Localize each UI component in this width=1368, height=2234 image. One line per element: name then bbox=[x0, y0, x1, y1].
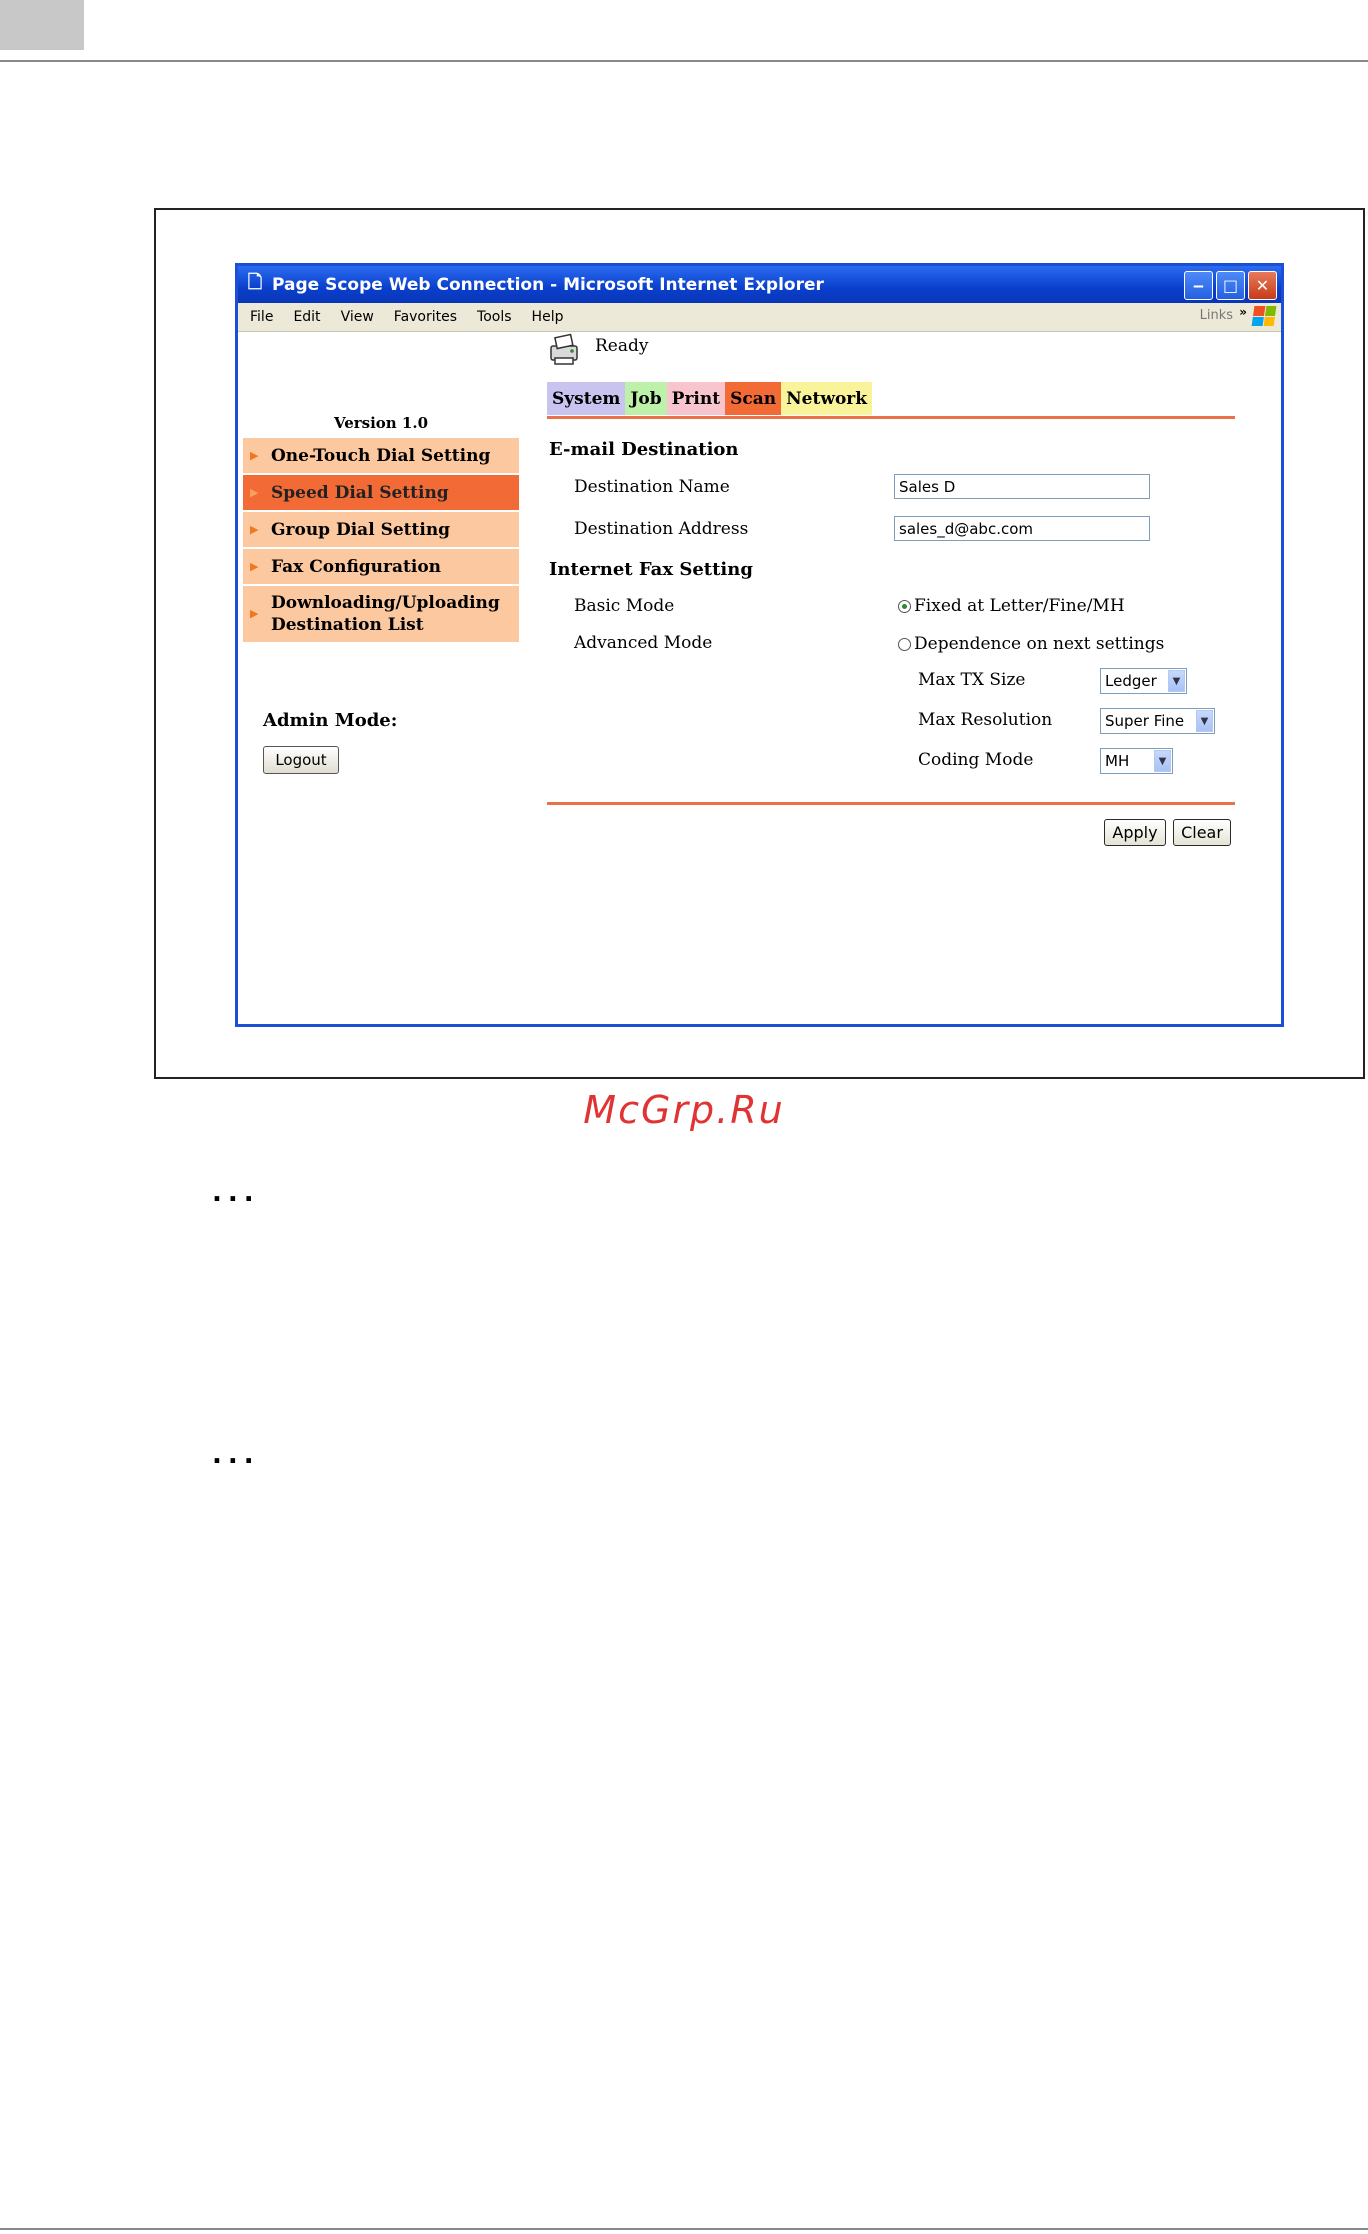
tab-network[interactable]: Network bbox=[781, 382, 873, 415]
title-bar: 🗋 Page Scope Web Connection - Microsoft … bbox=[238, 266, 1281, 303]
menu-view[interactable]: View bbox=[341, 309, 374, 325]
sidebar-item-download-upload[interactable]: ▶ Downloading/Uploading Destination List bbox=[243, 586, 519, 644]
top-divider bbox=[0, 60, 1368, 62]
max-resolution-label: Max Resolution bbox=[918, 710, 1053, 730]
sidebar-item-group-dial[interactable]: ▶ Group Dial Setting bbox=[243, 512, 519, 549]
tab-system[interactable]: System bbox=[547, 382, 626, 415]
destination-address-input[interactable]: sales_d@abc.com bbox=[894, 516, 1150, 541]
menu-favorites[interactable]: Favorites bbox=[394, 309, 457, 325]
note-marker: ... bbox=[212, 1178, 260, 1208]
sidebar-item-label: Fax Configuration bbox=[271, 556, 442, 577]
coding-mode-value: MH bbox=[1105, 752, 1130, 770]
chevron-down-icon[interactable]: ▼ bbox=[1196, 710, 1213, 732]
arrow-right-icon: ▶ bbox=[250, 486, 259, 499]
menu-tools[interactable]: Tools bbox=[477, 309, 512, 325]
max-resolution-value: Super Fine bbox=[1105, 712, 1185, 730]
basic-mode-label: Basic Mode bbox=[574, 596, 675, 616]
internet-fax-section-title: Internet Fax Setting bbox=[549, 559, 753, 580]
links-label[interactable]: Links bbox=[1200, 308, 1233, 323]
bottom-divider bbox=[0, 2228, 1368, 2230]
email-section-title: E-mail Destination bbox=[549, 439, 739, 460]
sidebar-item-label: Group Dial Setting bbox=[271, 519, 451, 540]
printer-icon bbox=[550, 333, 578, 365]
menu-bar: File Edit View Favorites Tools Help Link… bbox=[238, 303, 1281, 332]
apply-button[interactable]: Apply bbox=[1104, 819, 1166, 846]
window-title: Page Scope Web Connection - Microsoft In… bbox=[272, 274, 824, 295]
status-text: Ready bbox=[595, 336, 649, 356]
sidebar-item-label: Downloading/Uploading Destination List bbox=[271, 593, 500, 635]
destination-name-input[interactable]: Sales D bbox=[894, 474, 1150, 499]
destination-name-label: Destination Name bbox=[574, 477, 730, 497]
basic-mode-radio-option[interactable]: Fixed at Letter/Fine/MH bbox=[898, 596, 1125, 616]
arrow-right-icon: ▶ bbox=[250, 449, 259, 462]
radio-unchecked-icon[interactable] bbox=[898, 637, 911, 651]
minimize-button[interactable]: ‒ bbox=[1184, 271, 1213, 300]
coding-mode-label: Coding Mode bbox=[918, 750, 1034, 770]
sidebar-item-one-touch-dial[interactable]: ▶ One-Touch Dial Setting bbox=[243, 438, 519, 475]
max-tx-size-label: Max TX Size bbox=[918, 670, 1026, 690]
note-marker: ... bbox=[212, 1440, 260, 1470]
basic-mode-option-label: Fixed at Letter/Fine/MH bbox=[914, 596, 1125, 616]
advanced-mode-radio-option[interactable]: Dependence on next settings bbox=[898, 634, 1164, 654]
close-button[interactable]: ✕ bbox=[1248, 271, 1277, 300]
tab-print[interactable]: Print bbox=[666, 382, 726, 415]
sidebar-item-label: One-Touch Dial Setting bbox=[271, 445, 491, 466]
links-chevron-icon[interactable]: » bbox=[1239, 305, 1247, 319]
minimize-icon: ‒ bbox=[1192, 276, 1205, 295]
tab-scan[interactable]: Scan bbox=[725, 382, 782, 415]
close-icon: ✕ bbox=[1255, 276, 1270, 295]
coding-mode-select[interactable]: MH ▼ bbox=[1100, 748, 1173, 774]
advanced-mode-label: Advanced Mode bbox=[574, 633, 713, 653]
windows-logo-icon bbox=[1251, 306, 1277, 326]
arrow-right-icon: ▶ bbox=[250, 560, 259, 573]
watermark: McGrp.Ru bbox=[583, 1088, 785, 1132]
sidebar-item-fax-configuration[interactable]: ▶ Fax Configuration bbox=[243, 549, 519, 586]
tab-underline bbox=[547, 416, 1235, 419]
tab-bar: System Job Print Scan Network bbox=[547, 382, 873, 415]
tab-job[interactable]: Job bbox=[625, 382, 667, 415]
page-content: Version 1.0 ▶ One-Touch Dial Setting ▶ S… bbox=[238, 332, 1281, 1024]
max-tx-size-select[interactable]: Ledger ▼ bbox=[1100, 668, 1187, 694]
page-corner-block bbox=[0, 0, 84, 50]
arrow-right-icon: ▶ bbox=[250, 607, 259, 620]
maximize-icon: □ bbox=[1222, 276, 1239, 295]
chevron-down-icon[interactable]: ▼ bbox=[1168, 670, 1185, 692]
clear-button[interactable]: Clear bbox=[1173, 819, 1231, 846]
menu-edit[interactable]: Edit bbox=[293, 309, 320, 325]
arrow-right-icon: ▶ bbox=[250, 523, 259, 536]
advanced-mode-option-label: Dependence on next settings bbox=[914, 634, 1165, 654]
chevron-down-icon[interactable]: ▼ bbox=[1154, 750, 1171, 772]
ie-window-icon: 🗋 bbox=[247, 271, 263, 293]
sidebar-item-speed-dial[interactable]: ▶ Speed Dial Setting bbox=[243, 475, 519, 512]
sidebar-nav: ▶ One-Touch Dial Setting ▶ Speed Dial Se… bbox=[243, 438, 519, 644]
radio-checked-icon[interactable] bbox=[898, 599, 911, 613]
admin-mode-label: Admin Mode: bbox=[263, 710, 398, 731]
menu-file[interactable]: File bbox=[250, 309, 273, 325]
version-label: Version 1.0 bbox=[333, 414, 429, 432]
maximize-button[interactable]: □ bbox=[1216, 271, 1245, 300]
max-resolution-select[interactable]: Super Fine ▼ bbox=[1100, 708, 1215, 734]
browser-window: 🗋 Page Scope Web Connection - Microsoft … bbox=[235, 263, 1284, 1027]
destination-address-label: Destination Address bbox=[574, 519, 749, 539]
max-tx-size-value: Ledger bbox=[1105, 672, 1157, 690]
menu-help[interactable]: Help bbox=[532, 309, 564, 325]
form-bottom-divider bbox=[547, 802, 1235, 805]
sidebar-item-label: Speed Dial Setting bbox=[271, 482, 449, 503]
logout-button[interactable]: Logout bbox=[263, 746, 339, 774]
window-controls: ‒ □ ✕ bbox=[1184, 271, 1277, 300]
